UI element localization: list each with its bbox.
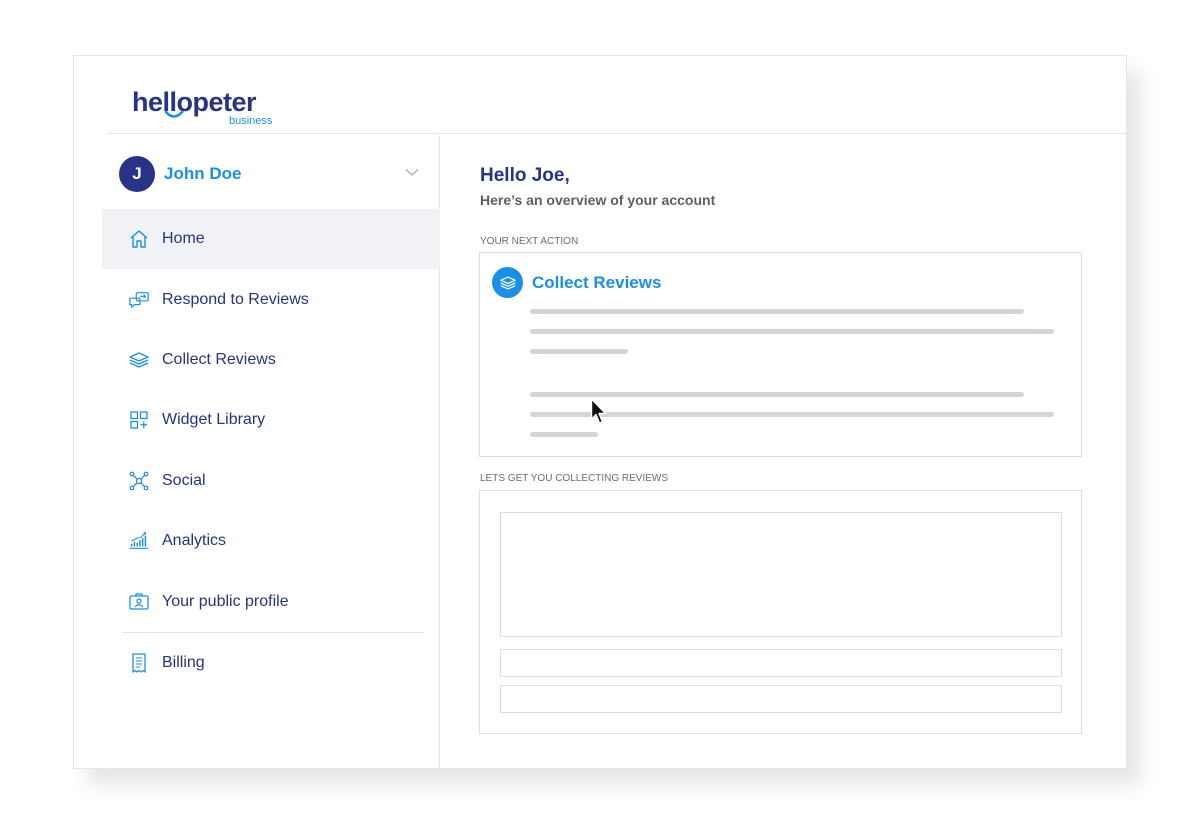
logo-smile-icon — [164, 110, 184, 118]
placeholder-line — [530, 349, 628, 354]
placeholder-line — [530, 392, 1024, 397]
collecting-reviews-card — [479, 490, 1082, 734]
receipt-icon — [128, 652, 150, 674]
chevron-down-icon[interactable] — [405, 168, 419, 177]
avatar: J — [119, 156, 155, 192]
sidebar-item-label: Collect Reviews — [162, 350, 276, 368]
sidebar-item-billing[interactable]: Billing — [102, 633, 440, 693]
logo-wordmark: hellopeter — [132, 87, 257, 117]
sidebar-item-social[interactable]: Social — [102, 451, 440, 511]
placeholder-line — [530, 329, 1054, 334]
greeting-heading: Hello Joe, — [480, 165, 570, 186]
hellopeter-logo[interactable]: hellopeter business — [132, 88, 272, 128]
user-name: John Doe — [164, 164, 242, 183]
logo-subtitle: business — [229, 115, 273, 127]
sidebar-item-collect-reviews[interactable]: Collect Reviews — [102, 330, 440, 390]
network-icon — [128, 470, 150, 492]
sidebar-nav: Home Respond to Reviews Collect Reviews … — [102, 209, 440, 693]
placeholder-field[interactable] — [500, 685, 1062, 713]
chat-bubbles-icon — [128, 289, 150, 311]
sidebar-item-analytics[interactable]: Analytics — [102, 511, 440, 571]
sidebar: J John Doe Home Respond to Reviews Colle… — [74, 135, 440, 769]
next-action-title: Collect Reviews — [532, 272, 662, 292]
collecting-label: LETS GET YOU COLLECTING REVIEWS — [480, 473, 669, 484]
sidebar-item-label: Analytics — [162, 532, 227, 550]
sidebar-item-respond-to-reviews[interactable]: Respond to Reviews — [102, 269, 440, 329]
bar-chart-icon — [128, 530, 150, 552]
home-icon — [128, 228, 150, 250]
sidebar-item-label: Billing — [162, 653, 205, 671]
overview-subtitle: Here’s an overview of your account — [480, 192, 716, 208]
widget-grid-icon — [128, 409, 150, 431]
next-action-card[interactable]: Collect Reviews — [479, 252, 1082, 457]
placeholder-field[interactable] — [500, 649, 1062, 677]
placeholder-line — [530, 432, 598, 437]
sidebar-item-label: Your public profile — [162, 592, 289, 610]
stack-layers-icon — [492, 267, 523, 298]
sidebar-item-label: Respond to Reviews — [162, 290, 309, 308]
sidebar-item-label: Home — [162, 230, 205, 248]
placeholder-panel — [500, 512, 1062, 637]
profile-card-icon — [128, 591, 150, 613]
sidebar-item-your-public-profile[interactable]: Your public profile — [102, 571, 440, 631]
top-bar: hellopeter business — [108, 56, 1128, 134]
stack-layers-icon — [128, 349, 150, 371]
user-menu[interactable]: J John Doe — [119, 155, 419, 193]
mouse-cursor-icon — [590, 398, 607, 424]
sidebar-item-label: Widget Library — [162, 411, 266, 429]
collect-reviews-action[interactable]: Collect Reviews — [492, 267, 661, 298]
sidebar-item-label: Social — [162, 471, 206, 489]
next-action-label: YOUR NEXT ACTION — [480, 236, 579, 247]
sidebar-item-home[interactable]: Home — [102, 209, 440, 270]
placeholder-line — [530, 309, 1024, 314]
sidebar-item-widget-library[interactable]: Widget Library — [102, 390, 440, 450]
